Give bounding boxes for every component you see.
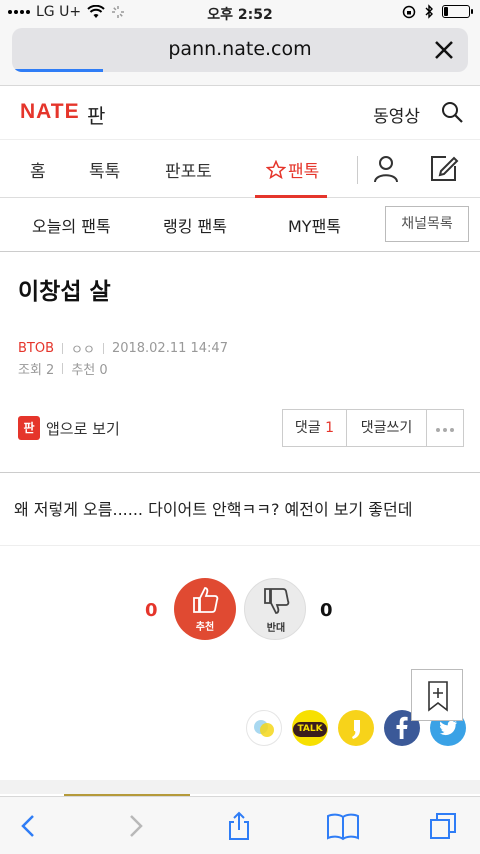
view-count: 조회 2	[18, 363, 55, 378]
orientation-lock-icon	[402, 5, 416, 18]
downvote-count: 0	[320, 600, 333, 621]
sub-nav: 오늘의 팬톡 랭킹 팬톡 MY팬톡 채널목록	[0, 198, 480, 252]
bookmark-button[interactable]	[411, 669, 463, 721]
author-nickname: ㅇㅇ	[71, 343, 95, 358]
comment-button-group: 댓글 1 댓글쓰기	[282, 409, 464, 447]
pann-app-icon: 판	[18, 416, 40, 440]
write-comment-button[interactable]: 댓글쓰기	[347, 410, 427, 446]
kakaostory-icon	[254, 720, 274, 737]
share-icon[interactable]	[224, 811, 254, 841]
upvote-button[interactable]: 추천	[174, 578, 236, 640]
nav-divider	[357, 156, 358, 184]
back-icon[interactable]	[14, 811, 44, 841]
open-in-app-link[interactable]: 판 앱으로 보기	[18, 416, 120, 440]
site-header: NATE 판 동영상	[0, 86, 480, 140]
comments-button[interactable]: 댓글 1	[283, 410, 347, 446]
video-link[interactable]: 동영상	[373, 102, 420, 127]
channel-name[interactable]: BTOB	[18, 341, 54, 356]
meta-divider	[62, 363, 64, 374]
more-icon	[436, 428, 454, 432]
pann-logo[interactable]: 판	[87, 100, 105, 129]
forward-icon[interactable]	[120, 811, 150, 841]
divider	[0, 545, 480, 546]
downvote-label: 반대	[266, 623, 286, 634]
subtab-my-fantok[interactable]: MY팬톡	[288, 213, 341, 237]
star-outline-icon	[266, 159, 286, 179]
tab-pannphoto[interactable]: 판포토	[165, 157, 212, 182]
divider	[0, 472, 480, 473]
subtab-ranking-fantok[interactable]: 랭킹 팬톡	[163, 213, 227, 237]
tab-fantok[interactable]: 팬톡	[266, 157, 319, 182]
search-icon[interactable]	[440, 100, 464, 124]
comma-icon	[352, 720, 360, 739]
article-stats: 조회 2 추천 0	[18, 359, 108, 378]
nate-logo[interactable]: NATE	[20, 100, 80, 124]
user-icon[interactable]	[372, 154, 400, 184]
bluetooth-icon	[425, 4, 433, 19]
tab-toktok[interactable]: 톡톡	[89, 157, 120, 182]
article-title: 이창섭 살	[18, 279, 111, 305]
recommend-count: 추천 0	[71, 363, 108, 378]
write-icon[interactable]	[428, 152, 460, 184]
bookmark-add-icon	[428, 681, 448, 712]
status-bar: LG U+ 오후 2:52	[0, 0, 480, 26]
main-nav: 홈 톡톡 판포토 팬톡	[0, 140, 480, 198]
meta-divider	[62, 343, 64, 354]
share-kakaotalk-button[interactable]: TALK	[292, 710, 328, 746]
share-band-button[interactable]	[338, 710, 374, 746]
tab-home[interactable]: 홈	[30, 157, 46, 182]
bookmarks-icon[interactable]	[326, 811, 360, 841]
upvote-count: 0	[145, 600, 158, 621]
upvote-label: 추천	[195, 622, 215, 633]
load-progress-bar	[12, 69, 104, 72]
post-date: 2018.02.11 14:47	[111, 341, 228, 356]
open-in-app-label: 앱으로 보기	[46, 419, 120, 438]
tab-fantok-label: 팬톡	[288, 162, 320, 182]
comments-label: 댓글	[294, 420, 321, 436]
browser-toolbar	[0, 796, 480, 854]
comment-count: 1	[325, 420, 335, 436]
article-body: 왜 저렇게 오름...... 다이어트 안핵ㅋㅋ? 예전이 보기 좋던데	[14, 500, 413, 519]
close-icon[interactable]	[430, 36, 458, 64]
content-divider	[0, 780, 480, 794]
kakaotalk-icon: TALK	[293, 722, 327, 737]
subtab-today-fantok[interactable]: 오늘의 팬톡	[32, 213, 111, 237]
browser-chrome: pann.nate.com	[0, 26, 480, 86]
address-bar[interactable]: pann.nate.com	[12, 28, 468, 72]
more-button[interactable]	[427, 410, 463, 446]
thumbs-down-icon	[264, 588, 290, 614]
battery-icon	[442, 5, 473, 18]
article-meta: BTOB ㅇㅇ 2018.02.11 14:47	[18, 339, 228, 358]
meta-divider	[102, 343, 104, 354]
tabs-icon[interactable]	[428, 811, 458, 841]
url-text[interactable]: pann.nate.com	[12, 38, 468, 60]
channel-list-button[interactable]: 채널목록	[385, 206, 469, 242]
share-kakaostory-button[interactable]	[246, 710, 282, 746]
downvote-button[interactable]: 반대	[244, 578, 306, 640]
thumbs-up-icon	[193, 587, 219, 613]
